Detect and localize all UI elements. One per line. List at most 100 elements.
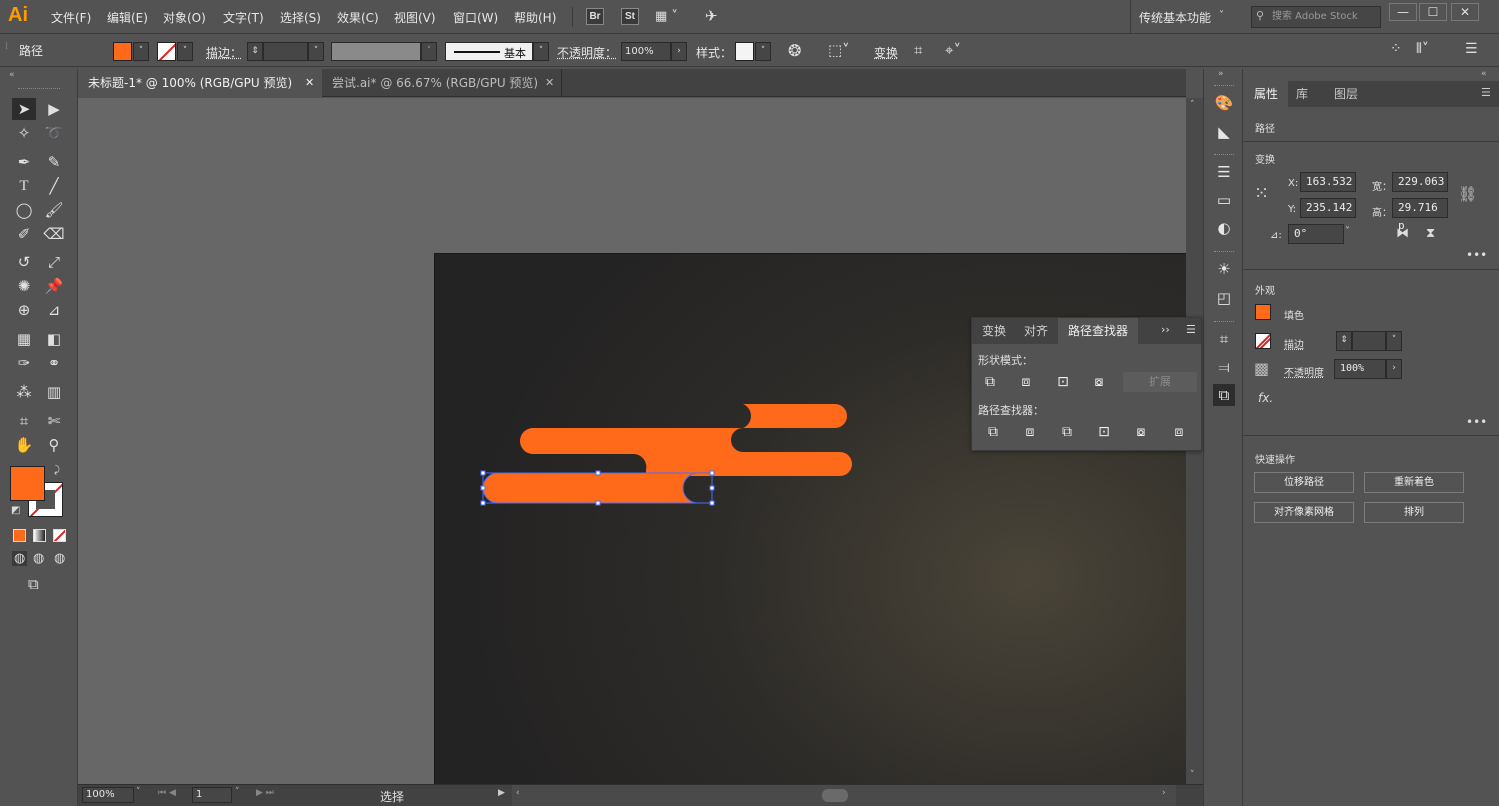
align-selection-icon[interactable]: ⬚˅ xyxy=(828,41,850,59)
brush-definition[interactable]: 基本 xyxy=(445,42,533,61)
stroke-panel-icon[interactable]: ☰ xyxy=(1213,161,1235,183)
intersect-icon[interactable]: ⊡ xyxy=(1054,373,1072,391)
more-options-icon[interactable]: ••• xyxy=(1466,248,1487,262)
more-options-icon[interactable]: ••• xyxy=(1466,415,1487,429)
stroke-weight-stepper[interactable]: ⇕ xyxy=(1336,331,1352,351)
chevron-down-icon[interactable]: ˅ xyxy=(533,42,549,61)
puppet-warp-tool-icon[interactable]: 📌 xyxy=(42,275,66,297)
close-icon[interactable]: ✕ xyxy=(545,69,554,97)
variable-width-profile[interactable] xyxy=(331,42,421,61)
zoom-field[interactable]: 100% xyxy=(82,787,134,803)
menu-edit[interactable]: 编辑(E) xyxy=(107,9,148,26)
chevron-down-icon[interactable]: ˅ xyxy=(1219,10,1224,21)
horizontal-scrollbar[interactable]: ‹ › xyxy=(512,785,1176,806)
recolor-icon[interactable]: ❂ xyxy=(788,41,801,60)
slice-tool-icon[interactable]: ✄ xyxy=(42,410,66,432)
type-tool-icon[interactable]: T xyxy=(12,175,36,197)
draw-inside-icon[interactable]: ◍ xyxy=(54,551,65,566)
menu-view[interactable]: 视图(V) xyxy=(394,9,436,26)
gradient-panel-icon[interactable]: ▭ xyxy=(1213,189,1235,211)
mesh-tool-icon[interactable]: ▦ xyxy=(12,328,36,350)
grip-handle[interactable] xyxy=(18,88,60,90)
tab-align[interactable]: 对齐 xyxy=(1014,318,1058,344)
merge-icon[interactable]: ⧉ xyxy=(1058,423,1076,441)
align-menu-icon[interactable]: ⫴˅ xyxy=(1416,41,1429,57)
expand-icon[interactable]: » xyxy=(1218,69,1224,79)
zoom-tool-icon[interactable]: ⚲ xyxy=(42,434,66,456)
height-field[interactable]: 29.716 p xyxy=(1392,198,1448,232)
status-menu-icon[interactable]: ▶ xyxy=(498,788,505,798)
draw-normal-icon[interactable]: ◍ xyxy=(12,551,28,566)
scale-tool-icon[interactable]: ⤢ xyxy=(42,251,66,273)
recolor-button[interactable]: 重新着色 xyxy=(1364,472,1464,493)
pathfinder-panel-icon[interactable]: ⧉ xyxy=(1213,384,1235,406)
divide-icon[interactable]: ⧉ xyxy=(984,423,1002,441)
menu-type[interactable]: 文字(T) xyxy=(223,9,264,26)
status-mode-label[interactable]: 选择 xyxy=(380,788,404,805)
transform-link[interactable]: 变换 xyxy=(874,44,898,61)
eyedropper-tool-icon[interactable]: ✑ xyxy=(12,352,36,374)
ellipse-tool-icon[interactable]: ◯ xyxy=(12,199,36,221)
flip-horizontal-icon[interactable]: ⧓ xyxy=(1396,226,1409,241)
stroke-weight-field[interactable] xyxy=(263,42,308,61)
symbol-sprayer-tool-icon[interactable]: ⁂ xyxy=(12,381,36,403)
scroll-thumb[interactable] xyxy=(822,789,848,802)
menu-select[interactable]: 选择(S) xyxy=(280,9,321,26)
gpu-performance-icon[interactable]: ✈ xyxy=(705,7,718,25)
maximize-button[interactable]: ☐ xyxy=(1419,3,1447,21)
chevron-down-icon[interactable]: ˅ xyxy=(235,787,240,797)
stroke-weight-field[interactable] xyxy=(1352,331,1386,351)
minimize-button[interactable]: — xyxy=(1389,3,1417,21)
unite-icon[interactable]: ⧉ xyxy=(981,373,999,391)
lasso-tool-icon[interactable]: ➰ xyxy=(42,122,66,144)
curvature-tool-icon[interactable]: ✎ xyxy=(42,151,66,173)
chevron-down-icon[interactable]: ˅ xyxy=(177,42,193,61)
eraser-tool-icon[interactable]: ⌫ xyxy=(42,223,66,245)
outline-icon[interactable]: ⧇ xyxy=(1132,423,1150,441)
scroll-down-icon[interactable]: ˅ xyxy=(1190,770,1195,780)
panel-menu-icon[interactable]: ☰ xyxy=(1186,323,1196,336)
tab-properties[interactable]: 属性 xyxy=(1244,81,1289,107)
column-graph-tool-icon[interactable]: ▥ xyxy=(42,381,66,403)
menu-effect[interactable]: 效果(C) xyxy=(337,9,379,26)
opacity-field[interactable]: 100% xyxy=(1334,359,1386,379)
width-field[interactable]: 229.063 xyxy=(1392,172,1448,192)
align-panel-icon[interactable]: ⫤ xyxy=(1213,356,1235,378)
chevron-down-icon[interactable]: ˅ xyxy=(1345,226,1350,237)
draw-behind-icon[interactable]: ◍ xyxy=(33,551,44,566)
expand-panel-icon[interactable]: ›› xyxy=(1161,323,1170,336)
grip-handle[interactable] xyxy=(1214,154,1234,157)
opacity-label[interactable]: 不透明度 xyxy=(1284,364,1324,379)
menu-help[interactable]: 帮助(H) xyxy=(514,9,556,26)
constrain-proportions-icon[interactable]: ⛓ xyxy=(1458,185,1477,203)
selection-tool-icon[interactable]: ➤ xyxy=(12,98,36,120)
direct-selection-tool-icon[interactable]: ▶ xyxy=(42,98,66,120)
arrange-documents-icon[interactable]: ▦ ˅ xyxy=(655,9,678,24)
search-stock-input[interactable]: 搜索 Adobe Stock xyxy=(1251,6,1381,28)
opacity-field[interactable]: 100% xyxy=(621,42,671,61)
menu-window[interactable]: 窗口(W) xyxy=(453,9,498,26)
appearance-panel-icon[interactable]: ☀ xyxy=(1213,258,1235,280)
tab-pathfinder[interactable]: 路径查找器 xyxy=(1058,318,1139,344)
trim-icon[interactable]: ⧈ xyxy=(1021,423,1039,441)
shape-builder-tool-icon[interactable]: ⊕ xyxy=(12,299,36,321)
menu-file[interactable]: 文件(F) xyxy=(51,9,91,26)
grip-handle[interactable] xyxy=(1214,85,1234,88)
stroke-label[interactable]: 描边 xyxy=(1284,336,1304,351)
exclude-icon[interactable]: ⧇ xyxy=(1090,373,1108,391)
rotate-tool-icon[interactable]: ↺ xyxy=(12,251,36,273)
grip-handle[interactable] xyxy=(1214,321,1234,324)
tab-libraries[interactable]: 库 xyxy=(1286,81,1318,107)
puppet-warp-icon[interactable]: ⌖˅ xyxy=(945,41,961,59)
first-artboard-icon[interactable]: ⏮ ◀ xyxy=(158,788,176,798)
offset-path-button[interactable]: 位移路径 xyxy=(1254,472,1354,493)
transform-panel-icon[interactable]: ⌗ xyxy=(1213,328,1235,350)
fx-button[interactable]: fx. xyxy=(1258,391,1273,405)
gradient-mode-icon[interactable] xyxy=(33,529,46,542)
panel-menu-icon[interactable]: ☰ xyxy=(1465,41,1478,57)
collapse-icon[interactable]: « xyxy=(9,70,15,80)
transparency-panel-icon[interactable]: ◐ xyxy=(1213,217,1235,239)
tab-layers[interactable]: 图层 xyxy=(1324,81,1368,107)
shaper-tool-icon[interactable]: ✐ xyxy=(12,223,36,245)
grip-handle[interactable] xyxy=(1214,251,1234,254)
